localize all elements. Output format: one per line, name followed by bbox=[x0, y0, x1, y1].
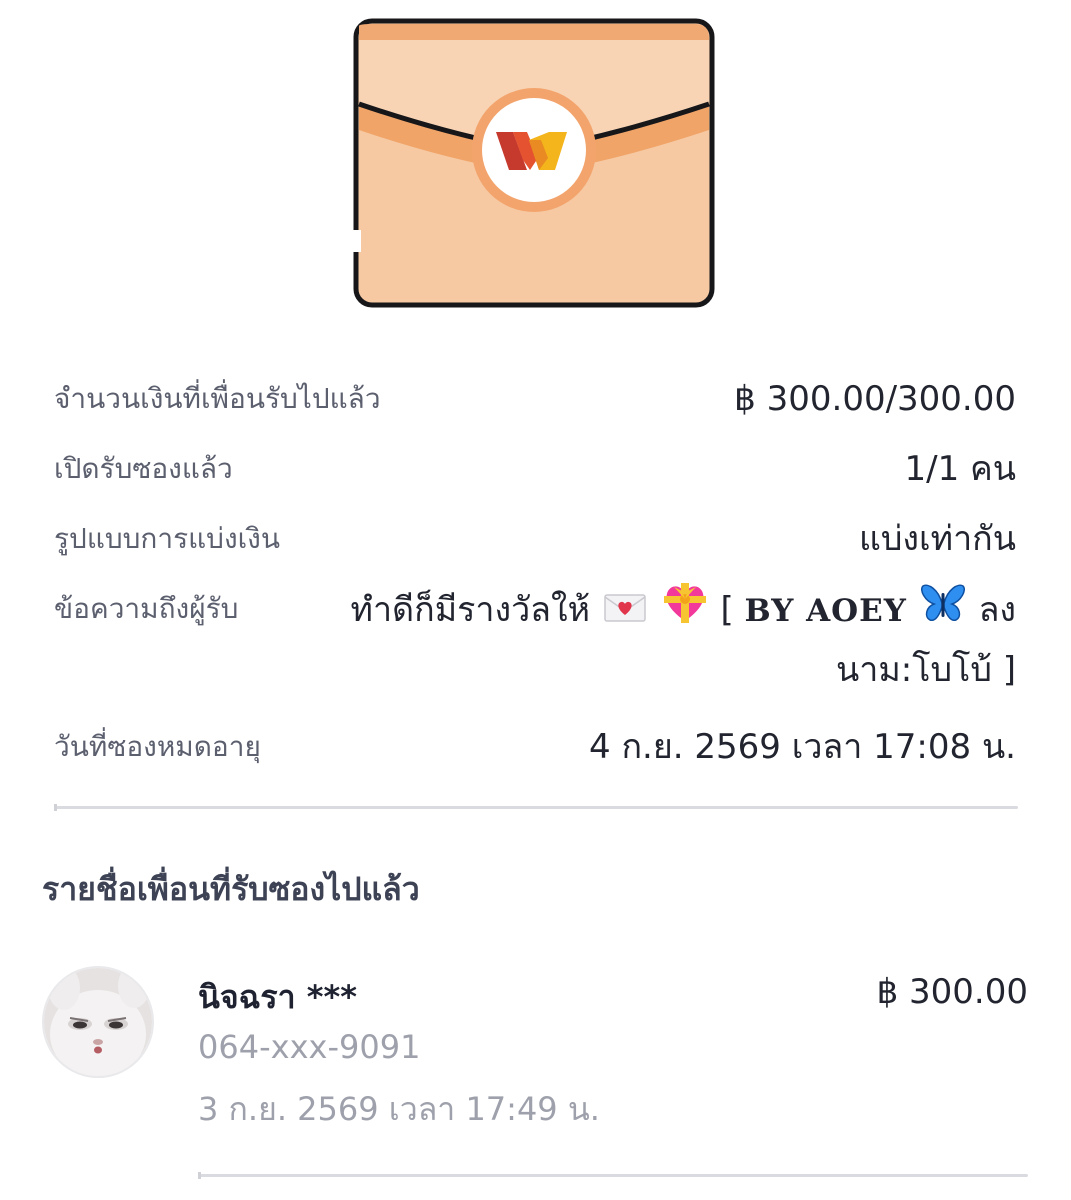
recipient-name: นิจฉรา *** bbox=[198, 978, 357, 1016]
section-divider bbox=[54, 804, 1018, 811]
expiry-label: วันที่ซองหมดอายุ bbox=[54, 730, 261, 763]
heart-with-ribbon-icon bbox=[662, 581, 708, 642]
message-label: ข้อความถึงผู้รับ bbox=[54, 592, 239, 625]
detail-row-split-type: รูปแบบการแบ่งเงิน แบ่งเท่ากัน bbox=[54, 518, 1016, 560]
amount-received-value: ฿ 300.00/300.00 bbox=[734, 379, 1016, 419]
recipients-section-title: รายชื่อเพื่อนที่รับซองไปแล้ว bbox=[42, 870, 420, 908]
white-rabbit-avatar-icon bbox=[44, 968, 152, 1076]
detail-row-message: ข้อความถึงผู้รับ ทำดีก็มีรางวัลให้ [BY … bbox=[54, 583, 1016, 698]
opened-label: เปิดรับซองแล้ว bbox=[54, 452, 233, 485]
butterfly-icon bbox=[920, 583, 966, 640]
amount-received-label: จำนวนเงินที่เพื่อนรับไปแล้ว bbox=[54, 382, 381, 415]
love-letter-icon bbox=[603, 584, 647, 640]
message-text: ทำดีก็มีรางวัลให้ bbox=[350, 590, 591, 630]
message-by-text: BY AOEY bbox=[744, 593, 907, 629]
detail-row-amount-received: จำนวนเงินที่เพื่อนรับไปแล้ว ฿ 300.00/300… bbox=[54, 378, 1016, 420]
envelope-illustration bbox=[353, 18, 715, 308]
message-value: ทำดีก็มีรางวัลให้ [ BY AOEY ลงนาม:โบโบ้ … bbox=[316, 581, 1016, 698]
expiry-value: 4 ก.ย. 2569 เวลา 17:08 น. bbox=[589, 727, 1016, 767]
split-type-value: แบ่งเท่ากัน bbox=[858, 519, 1016, 559]
recipient-list-item[interactable]: นิจฉรา *** 064-xxx-9091 3 ก.ย. 2569 เวลา… bbox=[42, 964, 1028, 1134]
recipient-date: 3 ก.ย. 2569 เวลา 17:49 น. bbox=[198, 1090, 600, 1128]
split-type-label: รูปแบบการแบ่งเงิน bbox=[54, 522, 280, 555]
envelope-icon bbox=[353, 18, 715, 308]
recipient-phone: 064-xxx-9091 bbox=[198, 1028, 421, 1066]
opened-value: 1/1 คน bbox=[904, 449, 1016, 489]
detail-row-opened: เปิดรับซองแล้ว 1/1 คน bbox=[54, 448, 1016, 490]
detail-row-expiry: วันที่ซองหมดอายุ 4 ก.ย. 2569 เวลา 17:08 … bbox=[54, 726, 1016, 768]
recipient-amount: ฿ 300.00 bbox=[876, 972, 1028, 1012]
avatar bbox=[42, 966, 154, 1078]
message-bracket-open: [ bbox=[720, 590, 734, 630]
list-divider bbox=[198, 1172, 1028, 1179]
envelope-details: จำนวนเงินที่เพื่อนรับไปแล้ว ฿ 300.00/300… bbox=[54, 378, 1016, 796]
